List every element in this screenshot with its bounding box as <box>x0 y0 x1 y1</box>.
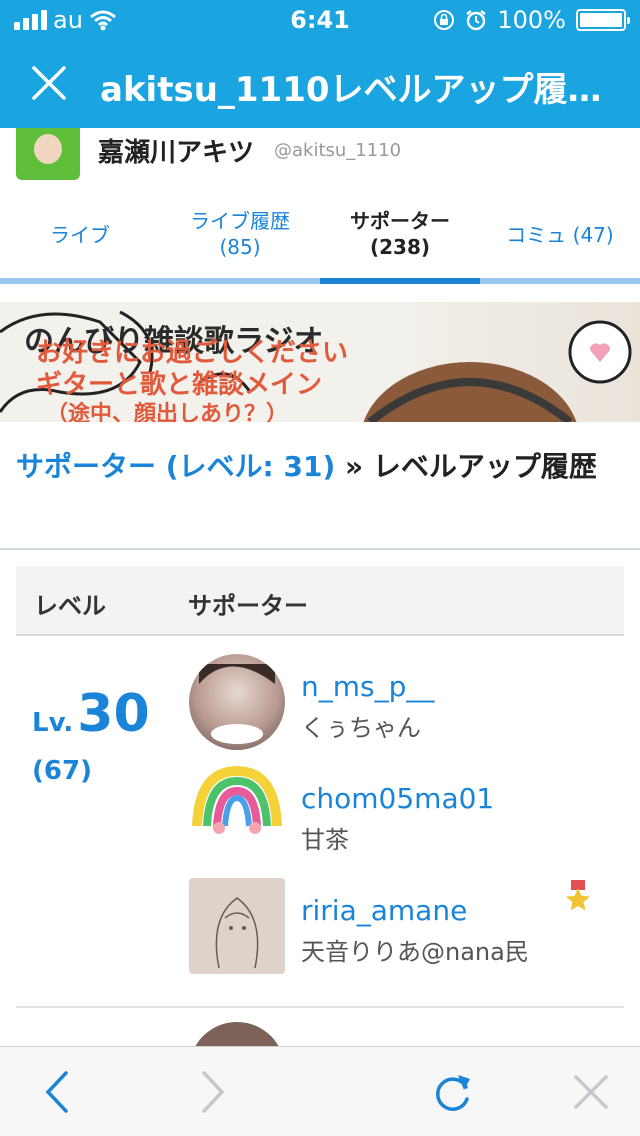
reload-icon[interactable] <box>428 1067 478 1117</box>
level-table: レベル サポーター <box>16 566 624 636</box>
active-tab-indicator <box>320 278 480 284</box>
supporter-row[interactable]: chom05ma01 甘茶 <box>189 766 619 862</box>
breadcrumb-link[interactable]: サポーター (レベル: 31) <box>16 450 335 483</box>
tab-supporters[interactable]: サポーター (238) <box>320 208 480 260</box>
live-banner[interactable]: のんびり雑談歌ラジオ お好きにお過ごしください ギターと歌と雑談メイン （途中、… <box>0 302 640 422</box>
table-header: レベル サポーター <box>16 566 624 636</box>
supporter-nickname: 甘茶 <box>301 826 349 854</box>
row-divider <box>16 1006 624 1008</box>
tab-supporters-label: サポーター <box>350 209 450 233</box>
level-label: Lv.30 (67) <box>32 684 150 786</box>
supporter-nickname: 天音りりあ@nana民 <box>301 938 529 966</box>
profile-name[interactable]: 嘉瀬川アキツ <box>98 132 254 169</box>
breadcrumb-current: レベルアップ履歴 <box>372 450 597 483</box>
tab-live-history[interactable]: ライブ履歴 (85) <box>160 208 320 260</box>
supporter-row[interactable]: riria_amane 天音りりあ@nana民 <box>189 878 619 974</box>
rotation-lock-icon <box>434 10 455 30</box>
nav-bar: akitsu_1110レベルアップ履… <box>0 40 640 128</box>
chevron-left-icon[interactable] <box>34 1067 84 1117</box>
supporter-avatar[interactable] <box>189 878 285 974</box>
status-right: 100% <box>433 6 630 34</box>
chevron-right-icon[interactable] <box>186 1067 236 1117</box>
column-header-supporter: サポーター <box>188 592 308 620</box>
breadcrumb: サポーター (レベル: 31) » レベルアップ履歴 <box>16 446 624 488</box>
profile-handle: @akitsu_1110 <box>274 140 402 161</box>
tab-bar: ライブ ライブ履歴 (85) サポーター (238) コミュ (47) <box>0 188 640 284</box>
battery-icon <box>576 9 630 31</box>
supporter-id[interactable]: n_ms_p__ <box>301 670 434 703</box>
tab-community-label: コミュ (47) <box>506 223 614 247</box>
avatar[interactable] <box>16 128 80 180</box>
tab-live-history-label: ライブ履歴 <box>190 209 290 233</box>
supporter-id[interactable]: riria_amane <box>301 894 467 927</box>
banner-line-4: （途中、顔出しあり？） <box>46 402 289 422</box>
tab-live-history-count: (85) <box>219 235 261 259</box>
close-icon[interactable] <box>28 62 70 104</box>
x-icon[interactable] <box>566 1067 616 1117</box>
supporter-nickname: くぅちゃん <box>301 714 421 742</box>
breadcrumb-separator: » <box>335 450 373 483</box>
supporter-id[interactable]: chom05ma01 <box>301 782 494 815</box>
tab-supporters-count: (238) <box>369 235 431 259</box>
medal-icon <box>566 880 590 911</box>
level-prefix: Lv. <box>32 708 74 738</box>
tab-live[interactable]: ライブ <box>0 222 160 248</box>
tab-live-label: ライブ <box>50 223 110 247</box>
status-bar: au 6:41 100% <box>0 0 640 40</box>
supporter-row[interactable]: n_ms_p__ くぅちゃん <box>189 654 619 750</box>
battery-percent: 100% <box>497 6 566 34</box>
section-divider <box>0 548 640 550</box>
tab-community[interactable]: コミュ (47) <box>480 222 640 248</box>
profile-header: 嘉瀬川アキツ @akitsu_1110 <box>0 128 640 188</box>
supporter-avatar[interactable] <box>189 766 285 862</box>
browser-toolbar <box>0 1046 640 1136</box>
level-count: (67) <box>32 756 92 786</box>
column-header-level: レベル <box>34 592 106 620</box>
page-title: akitsu_1110レベルアップ履… <box>100 70 602 110</box>
supporter-avatar[interactable] <box>189 654 285 750</box>
alarm-icon <box>466 10 487 31</box>
level-number: 30 <box>77 684 150 744</box>
